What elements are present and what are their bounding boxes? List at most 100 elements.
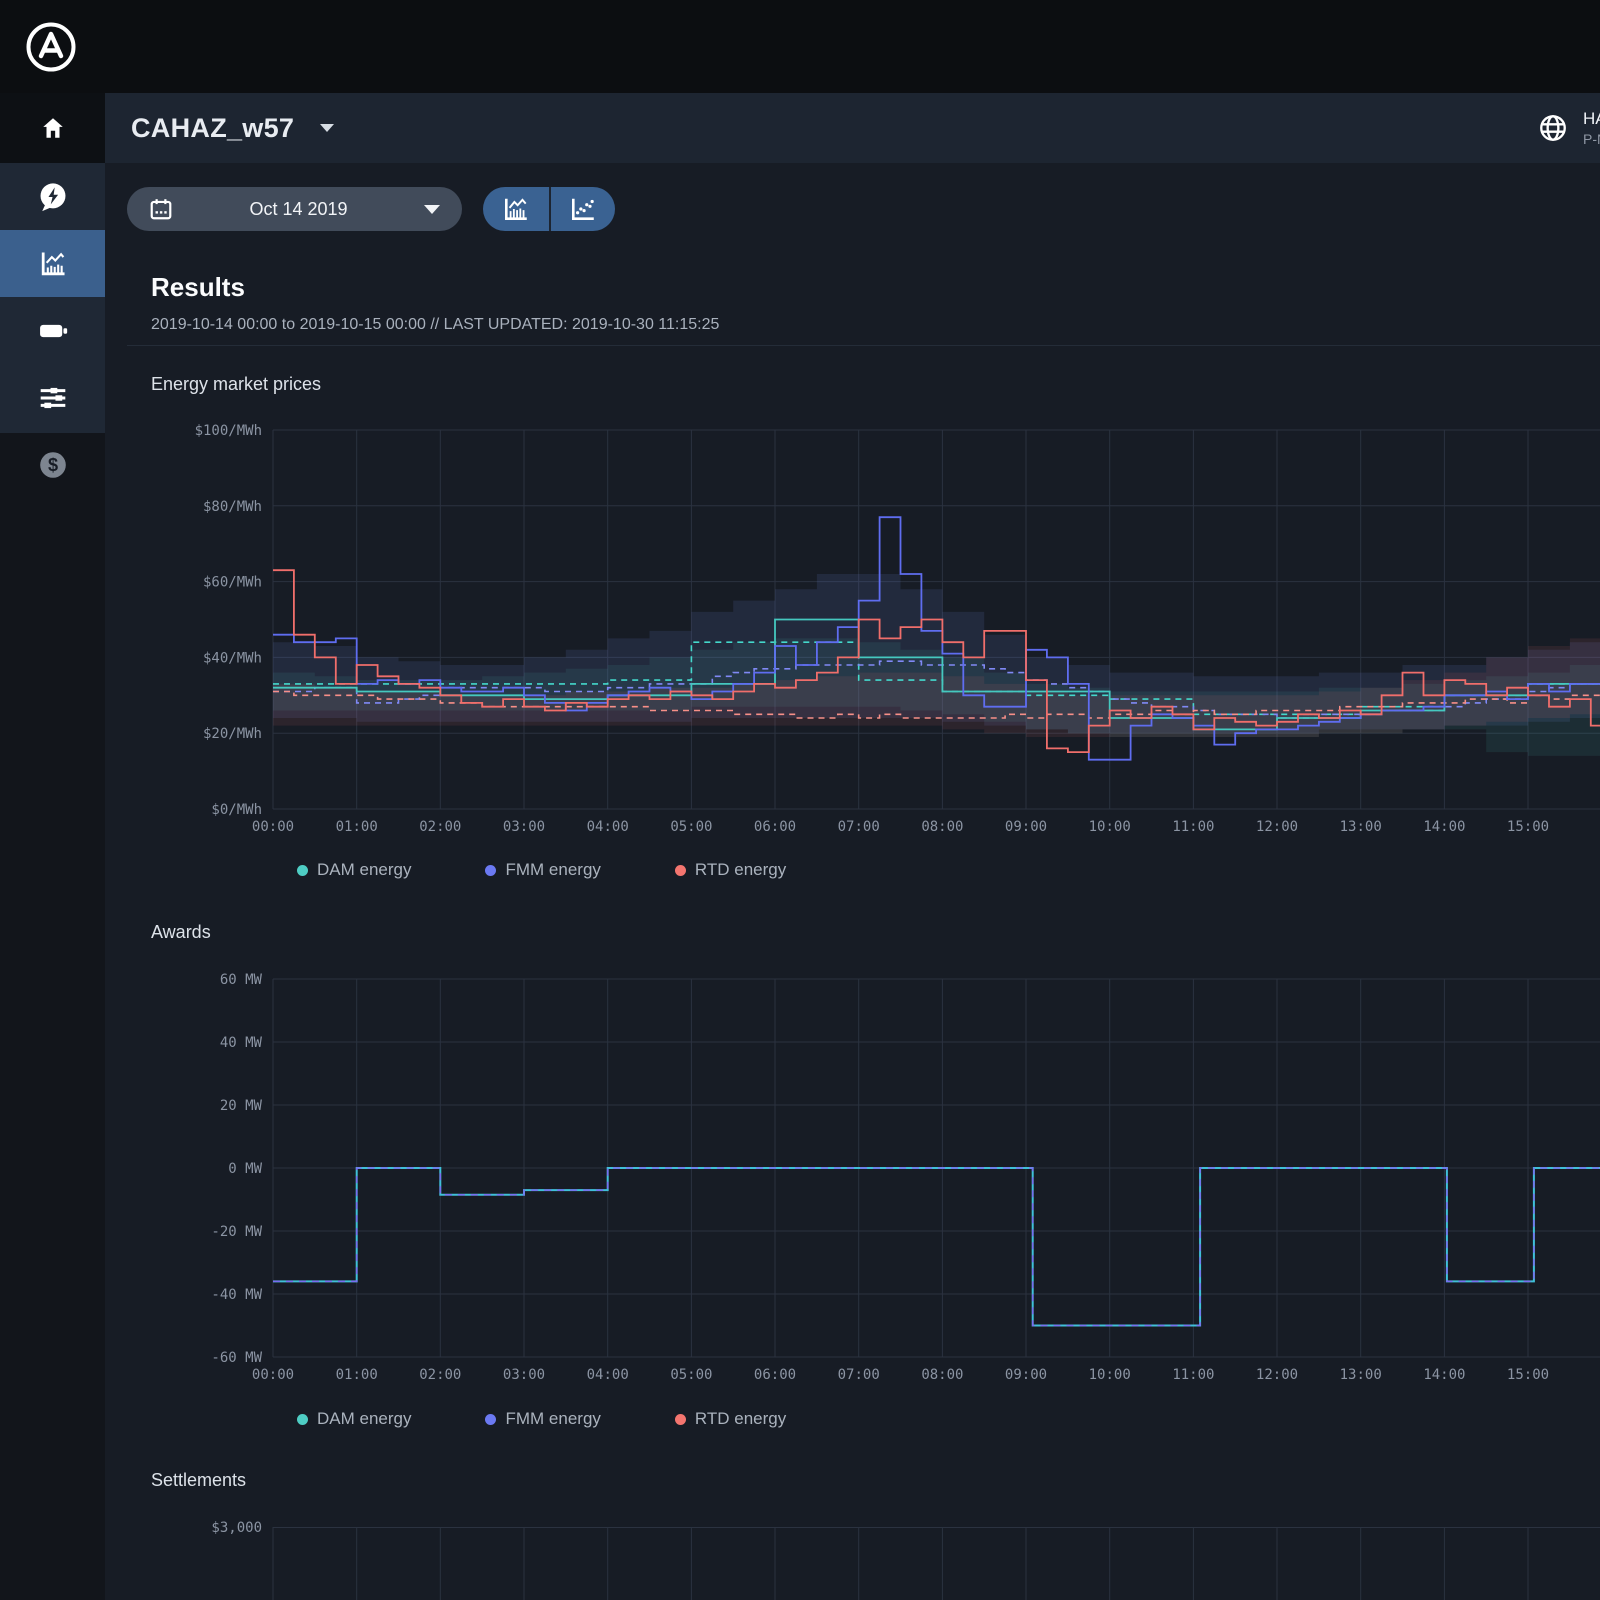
svg-text:08:00: 08:00 <box>921 1367 963 1383</box>
svg-text:20 MW: 20 MW <box>220 1098 263 1114</box>
rtd-legend-dot-icon <box>674 864 686 876</box>
svg-text:11:00: 11:00 <box>1172 819 1214 835</box>
svg-text:09:00: 09:00 <box>1005 819 1047 835</box>
svg-text:14:00: 14:00 <box>1423 1367 1465 1383</box>
account-name: HAA <box>1583 109 1600 128</box>
fmm-legend-dot-icon <box>485 1413 497 1425</box>
rtd-legend-dot-icon <box>674 1413 686 1425</box>
svg-text:04:00: 04:00 <box>587 819 629 835</box>
svg-text:15:00: 15:00 <box>1507 819 1549 835</box>
calendar-icon <box>150 199 172 220</box>
sidebar-item-settings[interactable] <box>0 364 105 431</box>
svg-text:$40/MWh: $40/MWh <box>203 650 262 666</box>
fmm-legend-label: FMM energy <box>505 1409 601 1428</box>
home-icon <box>42 118 63 138</box>
legend-item-dam[interactable]: DAM energy <box>297 1409 411 1429</box>
sidebar-item-billing[interactable]: $ <box>0 433 105 497</box>
awards-chart: 60 MW 40 MW 20 MW 0 MW -20 MW -40 MW -60 MW 00:… <box>211 972 1600 1383</box>
results-heading: Results <box>151 272 245 302</box>
sidebar-item-home[interactable] <box>0 93 105 163</box>
svg-text:12:00: 12:00 <box>1256 819 1298 835</box>
date-picker[interactable]: Oct 14 2019 <box>127 187 462 231</box>
dam-legend-dot-icon <box>297 1413 308 1425</box>
account-area[interactable]: HAA P-NO <box>1537 93 1600 163</box>
legend-item-fmm[interactable]: FMM energy <box>485 1409 601 1429</box>
svg-text:$0/MWh: $0/MWh <box>211 802 262 818</box>
battery-icon <box>39 324 67 337</box>
scatter-chart-icon <box>572 198 594 220</box>
svg-text:01:00: 01:00 <box>336 819 378 835</box>
scatter-view-button[interactable] <box>549 187 615 231</box>
awards-legend: DAM energy FMM energy RTD energy <box>297 1409 786 1429</box>
svg-text:11:00: 11:00 <box>1172 1367 1214 1383</box>
energy-prices-legend: DAM energy FMM energy RTD energy <box>297 860 786 880</box>
portfolio-dropdown-caret-icon[interactable] <box>320 124 335 132</box>
svg-text:-60 MW: -60 MW <box>211 1350 262 1366</box>
svg-text:14:00: 14:00 <box>1423 819 1465 835</box>
svg-text:10:00: 10:00 <box>1089 819 1131 835</box>
svg-text:00:00: 00:00 <box>252 819 294 835</box>
dam-legend-dot-icon <box>297 864 308 876</box>
svg-text:15:00: 15:00 <box>1507 1367 1549 1383</box>
dollar-glyph: $ <box>47 455 57 475</box>
results-subtitle: 2019-10-14 00:00 to 2019-10-15 00:00 // … <box>151 316 720 333</box>
sidebar-item-results[interactable] <box>0 230 105 297</box>
results-divider <box>127 345 1600 346</box>
top-bar <box>0 0 1600 93</box>
sidebar-icon-panel <box>0 163 105 433</box>
svg-text:13:00: 13:00 <box>1340 819 1382 835</box>
date-picker-caret-icon <box>424 204 440 214</box>
portfolio-title[interactable]: CAHAZ_w57 <box>131 113 294 144</box>
energy-prices-plot: $100/MWh $80/MWh $60/MWh $40/MWh $20/MWh $0/M… <box>195 423 1600 835</box>
legend-item-rtd[interactable]: RTD energy <box>674 860 786 880</box>
svg-text:06:00: 06:00 <box>754 1367 796 1383</box>
svg-text:10:00: 10:00 <box>1089 1367 1131 1383</box>
dam-legend-label: DAM energy <box>317 1409 412 1428</box>
svg-text:02:00: 02:00 <box>419 819 461 835</box>
svg-text:$100/MWh: $100/MWh <box>195 423 262 439</box>
legend-item-fmm[interactable]: FMM energy <box>485 860 601 880</box>
fmm-legend-dot-icon <box>485 864 497 876</box>
svg-text:00:00: 00:00 <box>252 1367 294 1383</box>
svg-text:12:00: 12:00 <box>1256 1367 1298 1383</box>
svg-text:03:00: 03:00 <box>503 1367 545 1383</box>
section-title-settlements: Settlements <box>151 1470 247 1490</box>
dam-legend-label: DAM energy <box>317 860 412 879</box>
sliders-icon <box>40 387 65 408</box>
settlements-plot: $3,000 <box>211 1520 1600 1600</box>
svg-text:$60/MWh: $60/MWh <box>203 575 262 591</box>
svg-text:02:00: 02:00 <box>419 1367 461 1383</box>
timeseries-view-button[interactable] <box>483 187 549 231</box>
svg-text:09:00: 09:00 <box>1005 1367 1047 1383</box>
account-labels: HAA P-NO <box>1583 109 1600 147</box>
bolt-bubble-icon <box>40 182 65 211</box>
results-chart-icon <box>41 251 65 275</box>
svg-text:04:00: 04:00 <box>587 1367 629 1383</box>
svg-text:$80/MWh: $80/MWh <box>203 499 262 515</box>
sidebar-item-battery[interactable] <box>0 297 105 364</box>
svg-text:07:00: 07:00 <box>838 1367 880 1383</box>
svg-text:06:00: 06:00 <box>754 819 796 835</box>
svg-text:-20 MW: -20 MW <box>211 1224 262 1240</box>
svg-text:13:00: 13:00 <box>1340 1367 1382 1383</box>
svg-text:0 MW: 0 MW <box>228 1161 262 1177</box>
dollar-icon: $ <box>39 452 66 478</box>
svg-text:05:00: 05:00 <box>670 1367 712 1383</box>
page-header: CAHAZ_w57 HAA P-NO <box>105 93 1600 163</box>
svg-text:08:00: 08:00 <box>921 819 963 835</box>
legend-item-rtd[interactable]: RTD energy <box>674 1409 787 1429</box>
chart-mode-toggle <box>483 187 615 231</box>
svg-text:05:00: 05:00 <box>670 819 712 835</box>
sidebar-item-energy[interactable] <box>0 163 105 230</box>
settlements-chart: $3,000 <box>211 1520 1600 1600</box>
section-title-energy-prices: Energy market prices <box>151 374 322 394</box>
svg-text:03:00: 03:00 <box>503 819 545 835</box>
globe-icon <box>1540 115 1566 141</box>
app-root: { "app": { "title": "CAHAZ_w57", "accoun… <box>0 0 1600 1600</box>
account-node: P-NO <box>1583 131 1600 147</box>
svg-text:-40 MW: -40 MW <box>211 1287 262 1303</box>
rtd-legend-label: RTD energy <box>694 1409 787 1428</box>
legend-item-dam[interactable]: DAM energy <box>297 860 411 880</box>
brand-logo-icon[interactable] <box>25 21 77 73</box>
date-picker-value: Oct 14 2019 <box>249 198 348 219</box>
